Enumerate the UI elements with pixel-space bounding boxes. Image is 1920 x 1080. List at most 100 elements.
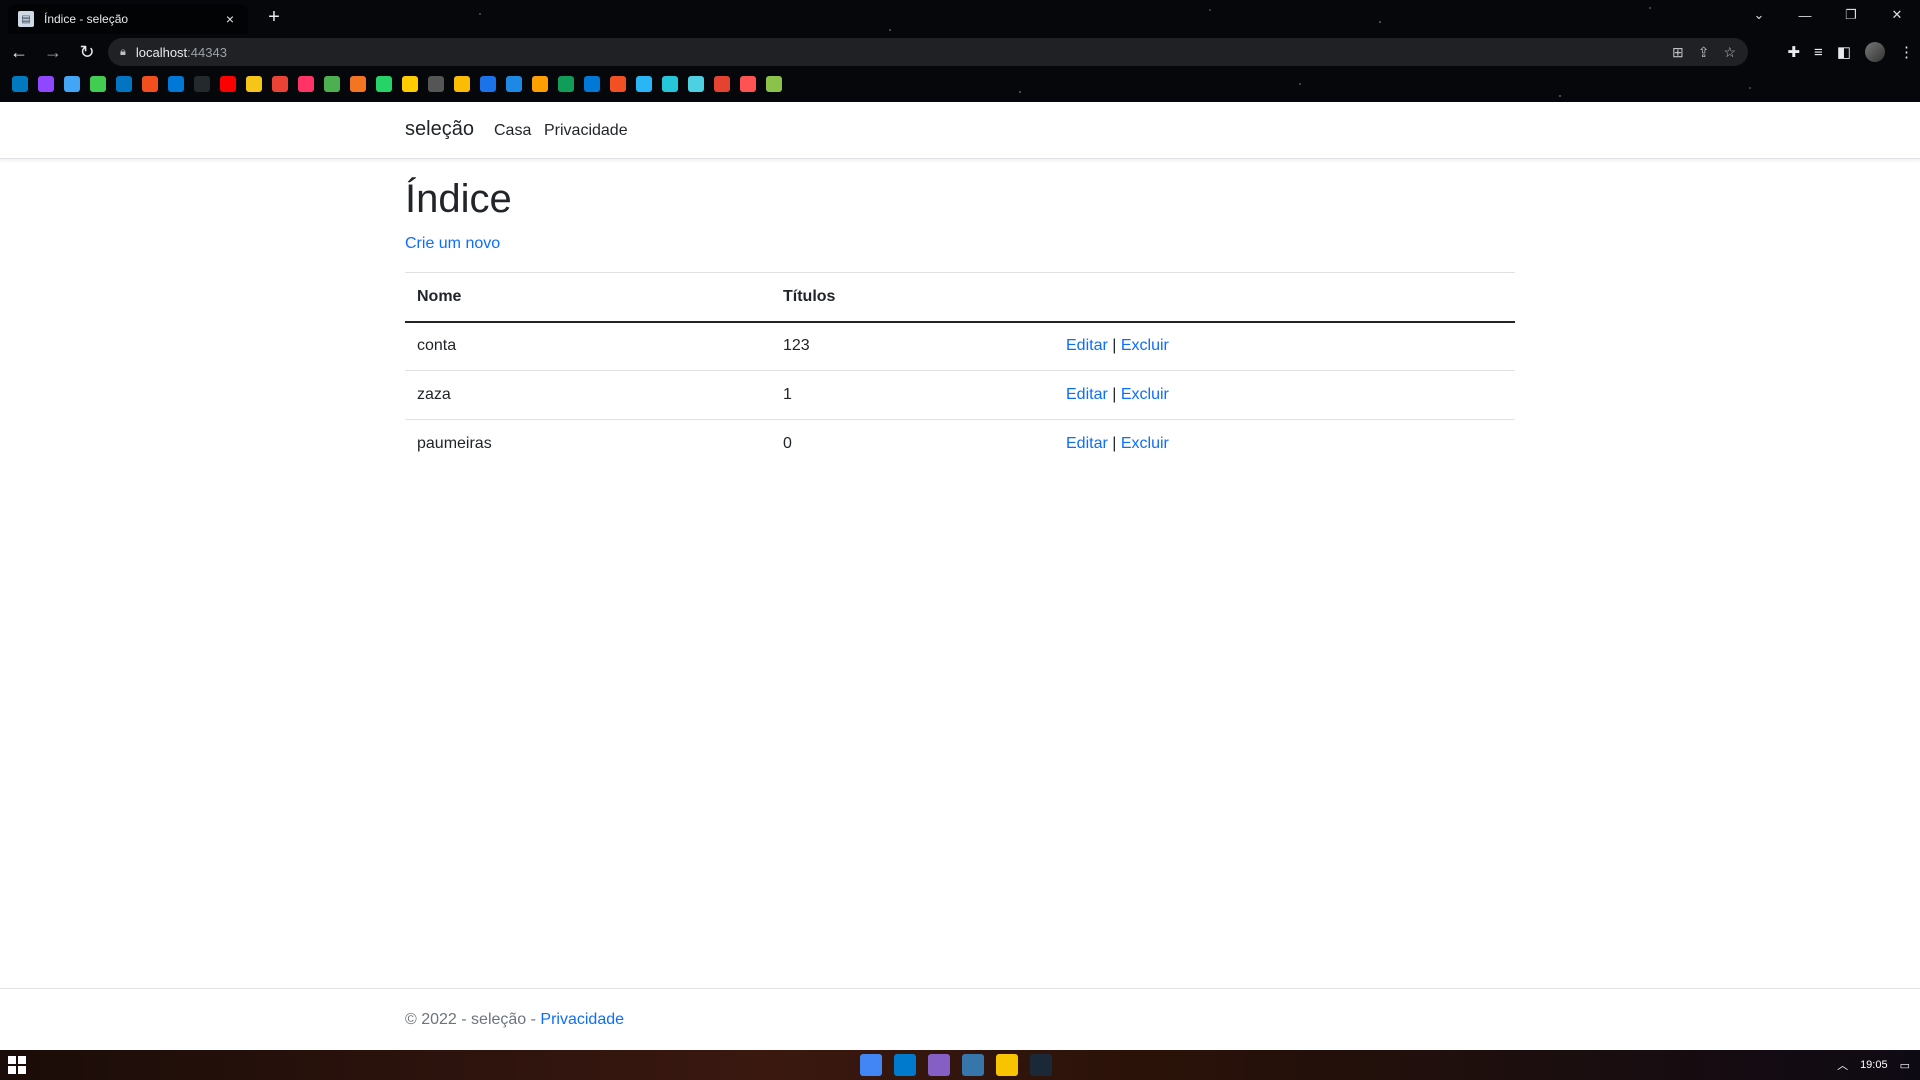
microsoft-icon[interactable] [610, 76, 626, 92]
invision-icon[interactable] [298, 76, 314, 92]
steam-icon[interactable] [1030, 1054, 1052, 1076]
figma-icon[interactable] [142, 76, 158, 92]
create-new-link[interactable]: Crie um novo [405, 235, 500, 253]
table-row: conta 123 Editar | Excluir [405, 321, 1515, 371]
sheets-icon[interactable] [558, 76, 574, 92]
url-port: :44343 [187, 44, 227, 60]
crunchyroll-icon[interactable] [350, 76, 366, 92]
side-panel-icon[interactable]: ◧ [1837, 43, 1851, 61]
browser-tab[interactable]: ▤ Índice - seleção × [8, 4, 248, 34]
visual-studio-icon[interactable] [928, 1054, 950, 1076]
tab-search-icon[interactable]: ⌄ [1736, 0, 1782, 30]
tray-chevron-up-icon[interactable]: ︿ [1837, 1057, 1848, 1073]
menu-kebab-icon[interactable]: ⋮ [1899, 43, 1914, 61]
python-icon[interactable] [962, 1054, 984, 1076]
delete-link[interactable]: Excluir [1121, 435, 1169, 452]
link-separator: | [1112, 435, 1117, 453]
app-icon-2[interactable] [662, 76, 678, 92]
bookmark-icon[interactable] [246, 76, 262, 92]
edit-link[interactable]: Editar [1066, 386, 1108, 403]
app-icon-1[interactable] [636, 76, 652, 92]
bookmarks-bar [12, 74, 782, 94]
clock-icon[interactable] [428, 76, 444, 92]
cell-nome: conta [405, 321, 771, 371]
cell-nome: paumeiras [417, 435, 492, 453]
nav-link-privacidade[interactable]: Privacidade [544, 122, 628, 140]
github-icon[interactable] [194, 76, 210, 92]
link-separator: | [1112, 386, 1117, 403]
page-title: Índice [405, 177, 512, 221]
forward-arrow-icon[interactable]: → [38, 37, 68, 67]
photos-icon[interactable] [506, 76, 522, 92]
whatsapp-icon[interactable] [376, 76, 392, 92]
azure-devops-icon[interactable] [168, 76, 184, 92]
site-footer: © 2022 - seleção - Privacidade [0, 988, 1920, 1050]
vscode-icon[interactable] [894, 1054, 916, 1076]
tab-title: Índice - seleção [44, 12, 129, 26]
restore-button[interactable]: ❐ [1828, 0, 1874, 30]
toolbar-right: ✚ ≡ ◧ ⋮ [1787, 36, 1914, 68]
back-arrow-icon[interactable]: ← [4, 37, 34, 67]
footer-privacy-link[interactable]: Privacidade [540, 1011, 624, 1028]
cell-actions: Editar | Excluir [1054, 321, 1515, 371]
todoist-icon[interactable] [714, 76, 730, 92]
flutter-icon[interactable] [64, 76, 80, 92]
link-separator: | [1112, 337, 1117, 355]
reload-icon[interactable]: ↻ [72, 37, 102, 67]
firebase-icon[interactable] [532, 76, 548, 92]
twitch-icon[interactable] [38, 76, 54, 92]
calendar-icon[interactable] [480, 76, 496, 92]
cell-nome: zaza [405, 370, 771, 420]
o-icon[interactable] [402, 76, 418, 92]
trello-icon[interactable] [12, 76, 28, 92]
bookmark-star-icon[interactable]: ☆ [1723, 44, 1736, 61]
data-table: Nome Títulos conta 123 Editar | Excluir … [405, 272, 1515, 469]
edge-icon[interactable] [584, 76, 600, 92]
profile-avatar[interactable] [1865, 42, 1885, 62]
translate-icon[interactable]: ⊞ [1672, 44, 1684, 61]
extensions-icon[interactable]: ✚ [1787, 43, 1800, 61]
table-row: paumeiras 0 Editar | Excluir [405, 420, 1515, 469]
close-window-button[interactable]: ✕ [1874, 0, 1920, 30]
gmail-icon[interactable] [272, 76, 288, 92]
browser-toolbar: ← → ↻ 🔒︎ localhost:44343 ⊞ ⇪ ☆ ✚ ≡ ◧ ⋮ [0, 36, 1920, 68]
youtube-icon[interactable] [220, 76, 236, 92]
qt-icon[interactable] [90, 76, 106, 92]
browser-chrome: ▤ Índice - seleção × + ⌄ — ❐ ✕ ← → ↻ 🔒︎ … [0, 0, 1920, 102]
table-row: zaza 1 Editar | Excluir [405, 370, 1515, 420]
minimize-button[interactable]: — [1782, 0, 1828, 30]
windows-start-icon[interactable] [8, 1056, 26, 1074]
lock-icon[interactable]: 🔒︎ [120, 46, 126, 59]
reading-list-icon[interactable]: ≡ [1814, 44, 1823, 61]
footer-text-container: © 2022 - seleção - Privacidade [405, 1011, 624, 1029]
address-bar[interactable]: 🔒︎ localhost:44343 ⊞ ⇪ ☆ [108, 38, 1748, 66]
edit-link[interactable]: Editar [1066, 435, 1108, 452]
column-header-titulos: Títulos [771, 272, 1054, 323]
app-icon-3[interactable] [688, 76, 704, 92]
cell-actions: Editar | Excluir [1054, 370, 1515, 420]
app-icon-4[interactable] [740, 76, 756, 92]
app-icon-5[interactable] [766, 76, 782, 92]
taskbar-apps [860, 1054, 1052, 1076]
web-page: seleção Casa Privacidade Índice Crie um … [0, 102, 1920, 1050]
address-bar-actions: ⊞ ⇪ ☆ [1672, 44, 1736, 61]
new-tab-button[interactable]: + [262, 6, 286, 29]
cell-titulos: 1 [771, 370, 1054, 420]
share-icon[interactable]: ⇪ [1698, 44, 1710, 61]
delete-link[interactable]: Excluir [1121, 386, 1169, 403]
file-explorer-icon[interactable] [996, 1054, 1018, 1076]
chrome-icon[interactable] [860, 1054, 882, 1076]
clock[interactable]: 19:05 [1860, 1059, 1888, 1071]
navbar-brand[interactable]: seleção [405, 118, 474, 141]
column-header-nome: Nome [405, 272, 771, 323]
edit-link[interactable]: Editar [1066, 337, 1108, 354]
dart-icon[interactable] [116, 76, 132, 92]
notifications-icon[interactable]: ▭ [1900, 1059, 1910, 1072]
page-favicon-icon: ▤ [18, 11, 34, 27]
tab-close-icon[interactable]: × [222, 11, 238, 27]
keep-icon[interactable] [454, 76, 470, 92]
table-header-row: Nome Títulos [405, 272, 1515, 323]
delete-link[interactable]: Excluir [1121, 337, 1169, 354]
nav-link-casa[interactable]: Casa [494, 122, 531, 140]
colors-icon[interactable] [324, 76, 340, 92]
